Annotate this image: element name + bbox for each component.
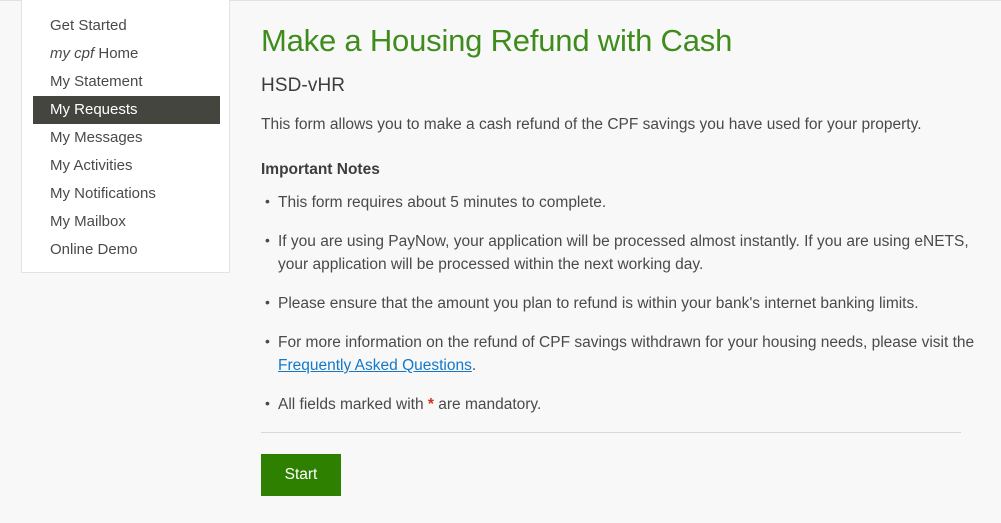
page-title: Make a Housing Refund with Cash bbox=[261, 23, 733, 58]
important-notes-list: This form requires about 5 minutes to co… bbox=[261, 190, 981, 416]
page-root: Get Started my cpf Home My Statement My … bbox=[0, 0, 1001, 523]
intro-paragraph: This form allows you to make a cash refu… bbox=[261, 116, 922, 133]
note-text-tail: are mandatory. bbox=[433, 396, 542, 413]
sidebar-item-my-activities[interactable]: My Activities bbox=[33, 152, 220, 180]
sidebar-item-my-statement[interactable]: My Statement bbox=[33, 68, 220, 96]
sidebar-item-my-requests[interactable]: My Requests bbox=[33, 96, 220, 124]
section-divider bbox=[261, 432, 961, 433]
sidebar-item-label: My Statement bbox=[50, 73, 143, 90]
sidebar-nav-list: Get Started my cpf Home My Statement My … bbox=[22, 0, 229, 264]
main-content: Make a Housing Refund with Cash HSD-vHR … bbox=[261, 1, 981, 496]
note-text: Please ensure that the amount you plan t… bbox=[278, 295, 919, 312]
sidebar-item-my-mailbox[interactable]: My Mailbox bbox=[33, 208, 220, 236]
sidebar-item-label: My Messages bbox=[50, 129, 143, 146]
sidebar-item-label: Home bbox=[98, 45, 139, 62]
note-item-faq: For more information on the refund of CP… bbox=[261, 330, 981, 377]
note-text: If you are using PayNow, your applicatio… bbox=[278, 233, 969, 273]
sidebar-item-label: My Requests bbox=[50, 101, 138, 118]
sidebar-item-label: Online Demo bbox=[50, 241, 138, 258]
sidebar-item-label: My Notifications bbox=[50, 185, 156, 202]
note-item-mandatory: All fields marked with * are mandatory. bbox=[261, 392, 981, 416]
note-item: If you are using PayNow, your applicatio… bbox=[261, 229, 981, 276]
faq-link[interactable]: Frequently Asked Questions bbox=[278, 357, 472, 374]
important-notes-heading: Important Notes bbox=[261, 161, 380, 178]
form-code-subtitle: HSD-vHR bbox=[261, 75, 346, 96]
sidebar-item-label-italic: my cpf bbox=[50, 45, 95, 62]
note-item: Please ensure that the amount you plan t… bbox=[261, 291, 981, 315]
note-text-tail: . bbox=[471, 357, 477, 374]
sidebar-item-label: My Activities bbox=[50, 157, 133, 174]
note-text: All fields marked with bbox=[278, 396, 428, 413]
sidebar-item-mycpf-home[interactable]: my cpf Home bbox=[33, 40, 220, 68]
sidebar-item-get-started[interactable]: Get Started bbox=[33, 12, 220, 40]
sidebar-item-label: Get Started bbox=[50, 17, 127, 34]
note-item: This form requires about 5 minutes to co… bbox=[261, 190, 981, 214]
sidebar-item-my-notifications[interactable]: My Notifications bbox=[33, 180, 220, 208]
sidebar-nav-card: Get Started my cpf Home My Statement My … bbox=[21, 0, 230, 273]
note-text: For more information on the refund of CP… bbox=[278, 334, 975, 351]
sidebar-item-label: My Mailbox bbox=[50, 213, 126, 230]
sidebar-item-my-messages[interactable]: My Messages bbox=[33, 124, 220, 152]
sidebar-item-online-demo[interactable]: Online Demo bbox=[33, 236, 220, 264]
note-text: This form requires about 5 minutes to co… bbox=[278, 194, 607, 211]
start-button[interactable]: Start bbox=[261, 454, 341, 496]
